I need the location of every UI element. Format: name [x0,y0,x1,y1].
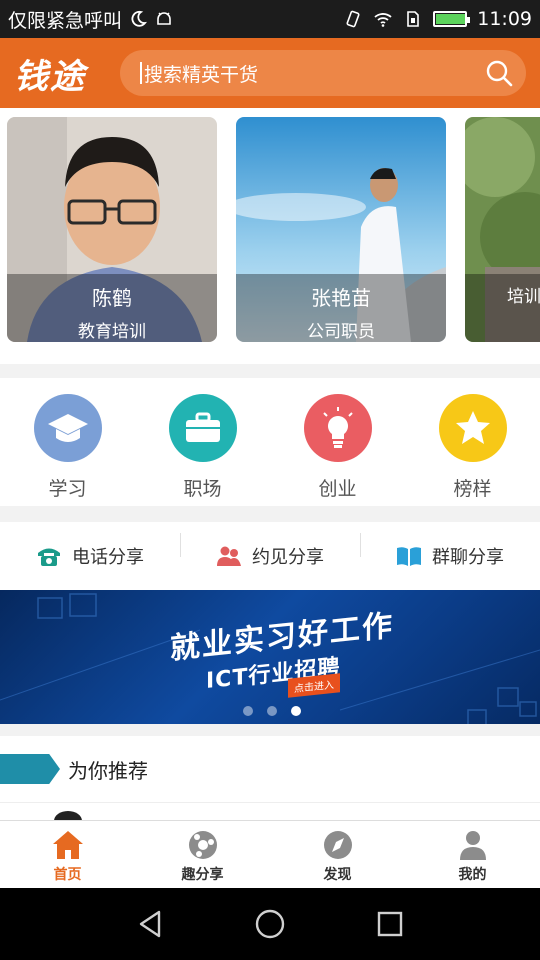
home-icon [52,831,83,859]
section-title: 为你推荐 [68,758,148,783]
people-icon [217,546,241,566]
group-chat-share-button[interactable]: 群聊分享 [360,533,540,569]
category-label: 榜样 [453,478,492,500]
share-label: 电话分享 [72,547,144,568]
expert-carousel[interactable]: 陈鹤 教育培训 张艳苗 公司职员 培训 [0,108,540,364]
star-icon [438,394,507,462]
expert-role: 教育培训 [78,322,146,342]
nav-label: 首页 [53,867,82,883]
search-input[interactable]: 搜索精英干货 [144,60,484,87]
carousel-dot-active[interactable] [291,706,301,716]
text-cursor [140,62,142,84]
expert-caption: 张艳苗 公司职员 [236,274,446,342]
phone-icon [38,548,60,566]
search-icon[interactable] [484,58,514,88]
category-label: 学习 [48,478,87,500]
back-icon[interactable] [135,909,165,939]
recommend-list[interactable] [0,802,540,827]
carrier-text: 仅限紧急呼叫 [8,9,123,32]
book-icon [397,547,421,566]
nav-label: 我的 [458,867,487,883]
nav-fun-share[interactable]: 趣分享 [135,821,270,888]
briefcase-icon [168,394,237,462]
meet-share-button[interactable]: 约见分享 [180,533,360,569]
expert-caption: 培训 [465,274,540,342]
share-label: 群聊分享 [432,547,504,568]
clock: 11:09 [477,8,532,30]
expert-card[interactable]: 陈鹤 教育培训 [7,117,217,342]
nav-label: 发现 [323,867,352,883]
expert-role: 公司职员 [307,322,375,342]
system-nav-bar [0,888,540,960]
category-study[interactable]: 学习 [0,378,135,506]
android-icon [157,12,171,25]
nav-label: 趣分享 [181,867,224,883]
wifi-icon [374,13,392,27]
vibrate-icon [346,10,360,28]
section-tag-marker [0,754,60,784]
compass-icon [323,831,352,859]
battery-icon [433,11,471,27]
expert-card[interactable]: 张艳苗 公司职员 [236,117,446,342]
search-bar[interactable]: 搜索精英干货 [120,50,526,96]
category-label: 创业 [318,478,357,500]
category-row: 学习 职场 创业 榜样 [0,378,540,506]
promo-banner[interactable]: 就业实习好工作 ICT行业招聘 点击进入 [0,590,540,724]
share-row: 电话分享 约见分享 群聊分享 [0,522,540,590]
expert-caption: 陈鹤 教育培训 [7,274,217,342]
category-workplace[interactable]: 职场 [135,378,270,506]
carousel-dot[interactable] [243,706,253,716]
status-bar: 仅限紧急呼叫 11:09 [0,0,540,38]
carousel-dot[interactable] [267,706,277,716]
expert-name: 陈鹤 [92,286,132,310]
nav-discover[interactable]: 发现 [270,821,405,888]
app-header: 钱途 搜索精英干货 [0,38,540,108]
lightbulb-icon [303,394,372,462]
category-role-model[interactable]: 榜样 [405,378,540,506]
share-label: 约见分享 [252,547,324,568]
share-circle-icon [188,831,217,859]
category-startup[interactable]: 创业 [270,378,405,506]
recents-icon[interactable] [375,909,405,939]
moon-icon [131,10,148,27]
home-circle-icon[interactable] [254,908,286,940]
nav-home[interactable]: 首页 [0,821,135,888]
app-logo[interactable]: 钱途 [14,49,114,98]
expert-name: 张艳苗 [311,286,371,310]
user-icon [459,831,486,860]
bottom-nav: 首页 趣分享 发现 我的 [0,820,540,888]
expert-card[interactable]: 培训 [465,117,540,342]
nav-mine[interactable]: 我的 [405,821,540,888]
recommend-header: 为你推荐 [0,736,540,802]
phone-share-button[interactable]: 电话分享 [0,543,180,569]
graduation-cap-icon [33,394,102,462]
sim-icon [407,11,420,27]
expert-role: 培训 [507,287,540,307]
category-label: 职场 [183,478,222,500]
carousel-dots [243,706,301,716]
